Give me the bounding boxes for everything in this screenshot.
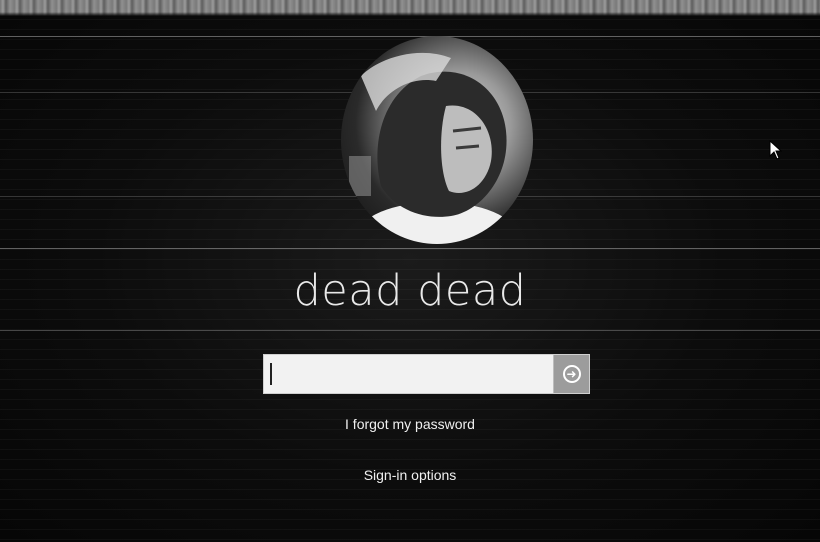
scan-line [0,36,820,37]
avatar-portrait-icon [349,52,517,244]
lock-screen: dead dead ➜ I forgot my password Sign-in… [0,0,820,542]
forgot-password-link[interactable]: I forgot my password [0,416,820,432]
user-name: dead dead [293,266,527,316]
sign-in-options-link[interactable]: Sign-in options [0,467,820,483]
arrow-right-circle-icon: ➜ [562,365,581,383]
scan-noise-strip [0,0,820,16]
mouse-pointer-icon [769,140,783,160]
text-caret [270,363,272,385]
password-input[interactable] [264,355,553,393]
submit-button[interactable]: ➜ [553,355,589,393]
scan-line [0,248,820,249]
scan-line [0,330,820,331]
user-avatar [341,36,533,244]
password-field-container: ➜ [263,354,590,394]
